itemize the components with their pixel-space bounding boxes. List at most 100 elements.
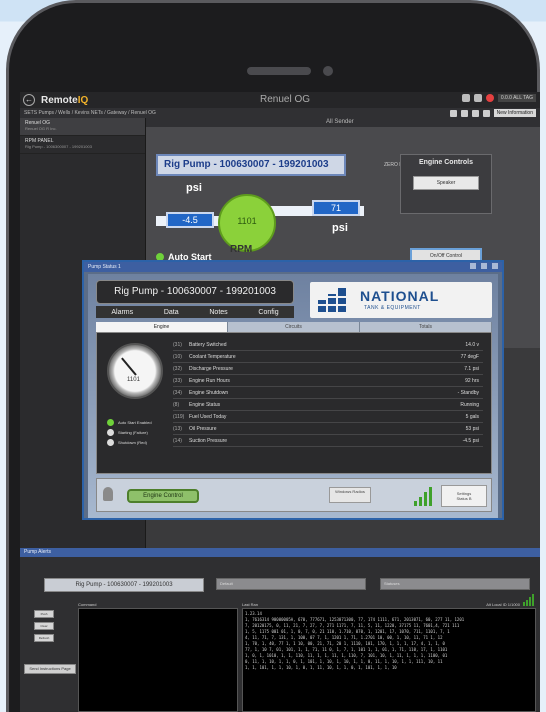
dialog-menu: Alarms Data Notes Config	[96, 306, 294, 318]
table-row: (13) Oil Pressure 53 psi	[173, 423, 483, 435]
table-row: (33) Engine Run Hours 92 hrs	[173, 375, 483, 387]
app-screen: ← Remote IQ Renuel OG 0.0.0 ALL TAG SETS…	[20, 92, 540, 712]
tab-circuits[interactable]: Circuits	[228, 322, 360, 332]
rpm-value: 1101	[237, 216, 257, 226]
signal-strength-icon	[414, 487, 432, 506]
alerts-pump-name: Rig Pump - 100630007 - 199201003	[44, 578, 204, 592]
table-row: (8) Engine Status Running	[173, 399, 483, 411]
log-line: 1, 1, 101, 1, 1, 10, 1, 0, 1, 11, 10, 1,…	[245, 665, 397, 670]
log-header: Last Ran Alt Local ID 1/1000	[242, 602, 536, 607]
brand-logo-accent: IQ	[77, 94, 89, 106]
push-button[interactable]: Push	[34, 610, 54, 618]
row-label: Battery Switched	[189, 341, 227, 348]
dashboard-header: All Sender	[146, 118, 540, 127]
breadcrumb[interactable]: SETS Pumps / Wells / Kevins NETs / Gatew…	[24, 110, 156, 116]
log-header-right: Alt Local ID 1/1000	[486, 602, 520, 607]
settings-button[interactable]: Settings Status B	[441, 485, 487, 507]
gauge-needle	[121, 357, 137, 376]
breadcrumb-bar: SETS Pumps / Wells / Kevins NETs / Gatew…	[20, 108, 540, 118]
brand-logo-text: Remote	[41, 94, 78, 106]
row-label: Suction Pressure	[189, 437, 228, 444]
row-code: (34)	[173, 389, 182, 396]
engine-controls-button[interactable]: Speaker	[413, 176, 479, 190]
table-row: (34) Engine Shutdown - Standby	[173, 387, 483, 399]
engine-controls-title: Engine Controls	[418, 159, 474, 166]
sidebar-item-rpm-panel[interactable]: RPM PANEL Rig Pump - 1006300007 - 199201…	[20, 136, 145, 154]
statuses-field[interactable]: Statuses	[380, 578, 530, 590]
bell-icon[interactable]	[461, 94, 470, 102]
row-label: Engine Shutdown	[189, 389, 229, 396]
new-information-button[interactable]: New Information	[493, 109, 536, 117]
filter-icon[interactable]	[471, 109, 479, 117]
row-code: (31)	[173, 341, 182, 348]
grid-icon[interactable]	[473, 94, 482, 102]
rpm-gauge-icon: 1101	[107, 343, 163, 399]
legend-shutdown: Shutdown (Red)	[107, 439, 147, 446]
row-value: 77 degF	[460, 353, 479, 360]
windows-radios-button[interactable]: Windows Radios	[329, 487, 371, 503]
minimize-icon[interactable]	[470, 263, 476, 269]
row-value: 7.1 psi	[464, 365, 479, 372]
toolbar-icons: New Information	[449, 109, 536, 117]
menu-data[interactable]: Data	[164, 309, 179, 316]
status-dot-icon	[107, 419, 114, 426]
row-code: (13)	[173, 425, 182, 432]
row-code: (10)	[173, 353, 182, 360]
row-code: (33)	[173, 377, 182, 384]
alerts-title: Pump Alerts	[24, 549, 51, 555]
command-input[interactable]	[78, 608, 238, 712]
close-icon[interactable]	[492, 263, 498, 269]
dialog-titlebar[interactable]: Pump Status 1	[84, 262, 502, 272]
add-icon[interactable]	[460, 109, 468, 117]
top-icon-group: 0.0.0 ALL TAG	[461, 94, 536, 102]
back-button[interactable]: ←	[23, 94, 35, 106]
status-dot-icon	[107, 429, 114, 436]
menu-config[interactable]: Config	[258, 309, 278, 316]
psi-left-label: psi	[186, 182, 202, 194]
send-instructions-button[interactable]: Send Instructions Page	[24, 664, 76, 674]
user-menu[interactable]: 0.0.0 ALL TAG	[497, 94, 536, 102]
pump-status-dialog: Pump Status 1 Rig Pump - 100630007 - 199…	[82, 260, 504, 520]
national-logo-icon	[318, 288, 348, 312]
engine-control-button[interactable]: Engine Control	[127, 489, 199, 503]
tab-totals[interactable]: Totals	[360, 322, 492, 332]
clear-button[interactable]: Clear	[34, 622, 54, 630]
refresh-button[interactable]: Refresh	[34, 634, 54, 642]
settings-icon[interactable]	[449, 109, 457, 117]
dialog-body: Rig Pump - 100630007 - 199201003 Alarms …	[88, 274, 498, 518]
alerts-panel: Pump Alerts Rig Pump - 100630007 - 19920…	[20, 548, 540, 712]
table-row: (10) Coolant Temperature 77 degF	[173, 351, 483, 363]
legend-label: Starting (Failure)	[118, 430, 148, 435]
discharge-pressure-value: 71	[312, 200, 360, 216]
sidebar-item-sub: Renuel OG R Inc.	[25, 126, 57, 131]
menu-notes[interactable]: Notes	[209, 309, 227, 316]
default-field[interactable]: Default	[216, 578, 366, 590]
maximize-icon[interactable]	[481, 263, 487, 269]
pump-title[interactable]: Rig Pump - 100630007 - 199201003	[156, 154, 346, 176]
edit-icon[interactable]	[482, 109, 490, 117]
dialog-pump-name: Rig Pump - 100630007 - 199201003	[96, 280, 294, 304]
dialog-tabs: Engine Circuits Totals	[96, 322, 492, 332]
settings-sub-label: Status B	[456, 496, 472, 501]
suction-pressure-value: -4.5	[166, 212, 214, 228]
bell-icon[interactable]	[103, 487, 113, 501]
status-dot-icon	[107, 439, 114, 446]
table-row: (14) Suction Pressure -4.5 psi	[173, 435, 483, 447]
sidebar-item-renuel[interactable]: Renuel OG Renuel OG R Inc.	[20, 118, 145, 136]
table-row: (32) Discharge Pressure 7.1 psi	[173, 363, 483, 375]
row-label: Fuel Used Today	[189, 413, 227, 420]
alert-icon[interactable]	[485, 94, 494, 102]
menu-alarms[interactable]: Alarms	[111, 309, 133, 316]
row-value: 14.0 v	[465, 341, 479, 348]
row-label: Engine Run Hours	[189, 377, 230, 384]
row-value: 53 psi	[465, 425, 479, 432]
row-value: - Standby	[457, 389, 479, 396]
legend-label: Auto Start Enabled	[118, 420, 152, 425]
dialog-title: Pump Status 1	[88, 264, 121, 270]
speaker-grille	[247, 67, 311, 75]
log-output[interactable]: 1.23.14 1, 7616314 90000005A, 670, 77767…	[242, 608, 536, 712]
row-value: Running	[460, 401, 479, 408]
row-label: Oil Pressure	[189, 425, 217, 432]
tab-engine[interactable]: Engine	[96, 322, 228, 332]
row-code: (8)	[173, 401, 180, 408]
